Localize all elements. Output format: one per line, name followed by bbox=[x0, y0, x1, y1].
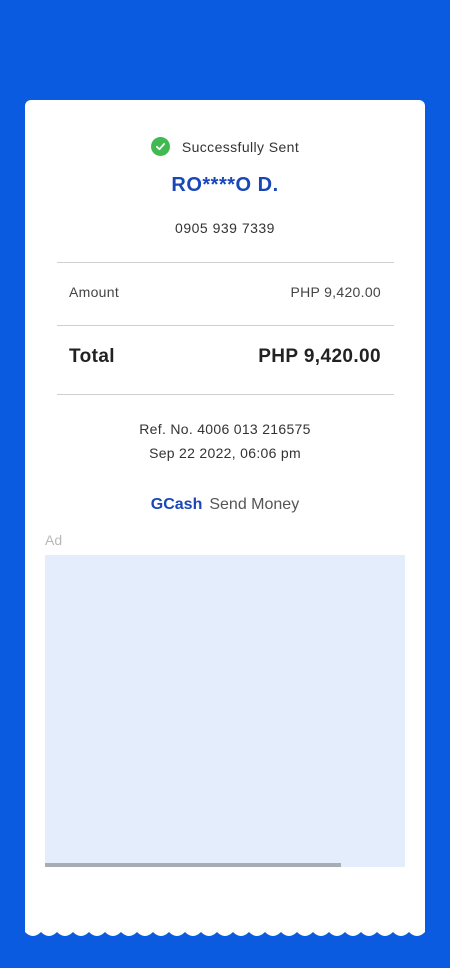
amount-label: Amount bbox=[69, 284, 120, 300]
recipient-number: 0905 939 7339 bbox=[175, 220, 275, 236]
divider bbox=[57, 394, 394, 395]
reference-number: Ref. No. 4006 013 216575 bbox=[139, 421, 311, 437]
check-circle-icon bbox=[150, 137, 170, 156]
total-row: Total PHP 9,420.00 bbox=[69, 344, 381, 370]
receipt-card: Successfully Sent RO****O D. 0905 939 73… bbox=[25, 100, 425, 930]
recipient-name: RO****O D. bbox=[171, 174, 279, 196]
transaction-datetime: Sep 22 2022, 06:06 pm bbox=[149, 445, 301, 461]
total-label: Total bbox=[69, 346, 115, 367]
divider bbox=[57, 325, 394, 326]
brand-row: GCash Send Money bbox=[25, 496, 425, 514]
ad-scrollbar[interactable] bbox=[45, 863, 341, 867]
status-text: Successfully Sent bbox=[181, 138, 300, 155]
ad-banner[interactable] bbox=[45, 555, 405, 867]
receipt-zigzag-edge bbox=[25, 926, 425, 936]
status-row: Successfully Sent bbox=[25, 137, 425, 156]
gcash-logo: GCash bbox=[150, 496, 203, 513]
ad-label: Ad bbox=[45, 532, 63, 548]
service-name: Send Money bbox=[209, 496, 300, 513]
amount-value: PHP 9,420.00 bbox=[290, 284, 381, 300]
amount-row: Amount PHP 9,420.00 bbox=[69, 282, 381, 302]
divider bbox=[57, 262, 394, 263]
total-value: PHP 9,420.00 bbox=[258, 346, 381, 367]
